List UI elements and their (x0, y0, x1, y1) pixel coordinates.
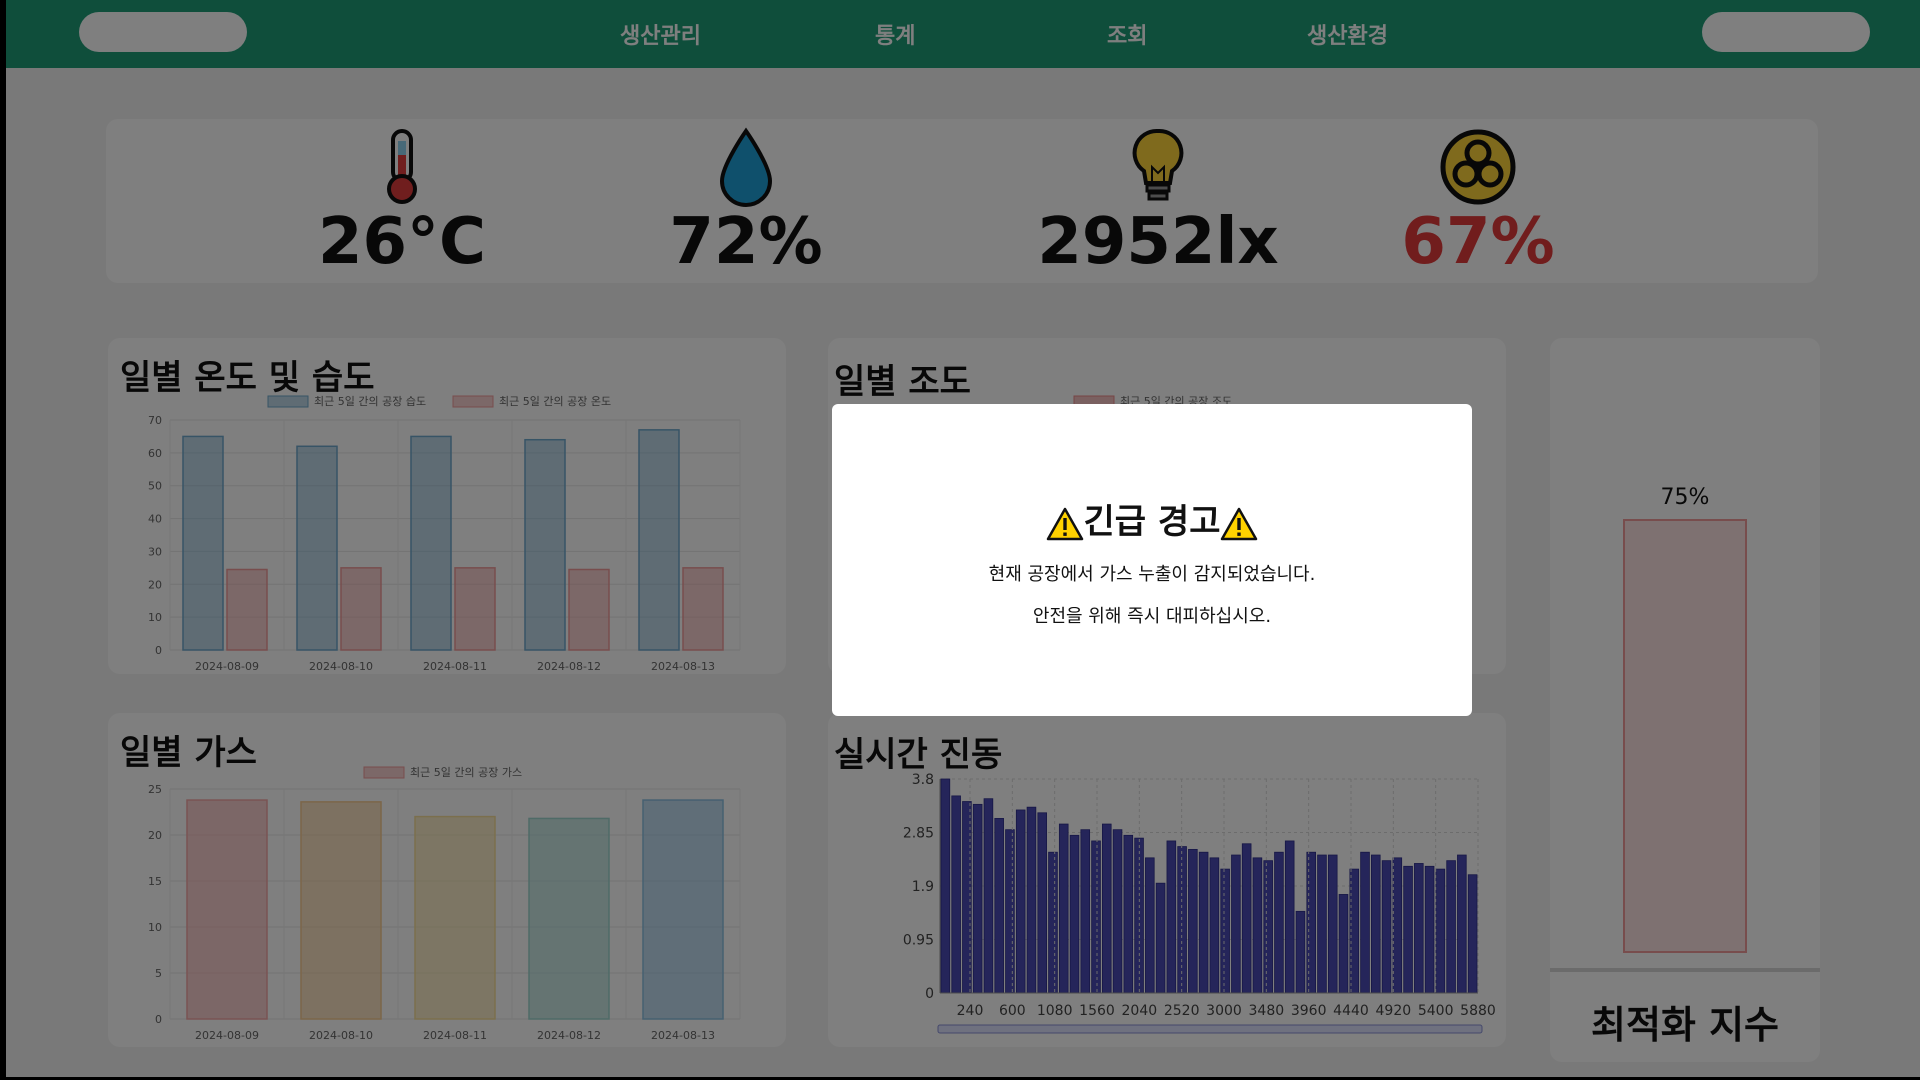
warning-icon (1221, 507, 1258, 540)
modal-message-line-2: 안전을 위해 즉시 대피하십시오. (1032, 606, 1272, 627)
modal-message-line-1: 현재 공장에서 가스 누출이 감지되었습니다. (988, 564, 1316, 585)
warning-icon (1046, 507, 1083, 540)
modal-title-row: 긴급 경고 (832, 494, 1472, 543)
emergency-alert-modal: 긴급 경고 현재 공장에서 가스 누출이 감지되었습니다. 안전을 위해 즉시 … (832, 404, 1472, 716)
modal-title: 긴급 경고 (1083, 502, 1221, 542)
